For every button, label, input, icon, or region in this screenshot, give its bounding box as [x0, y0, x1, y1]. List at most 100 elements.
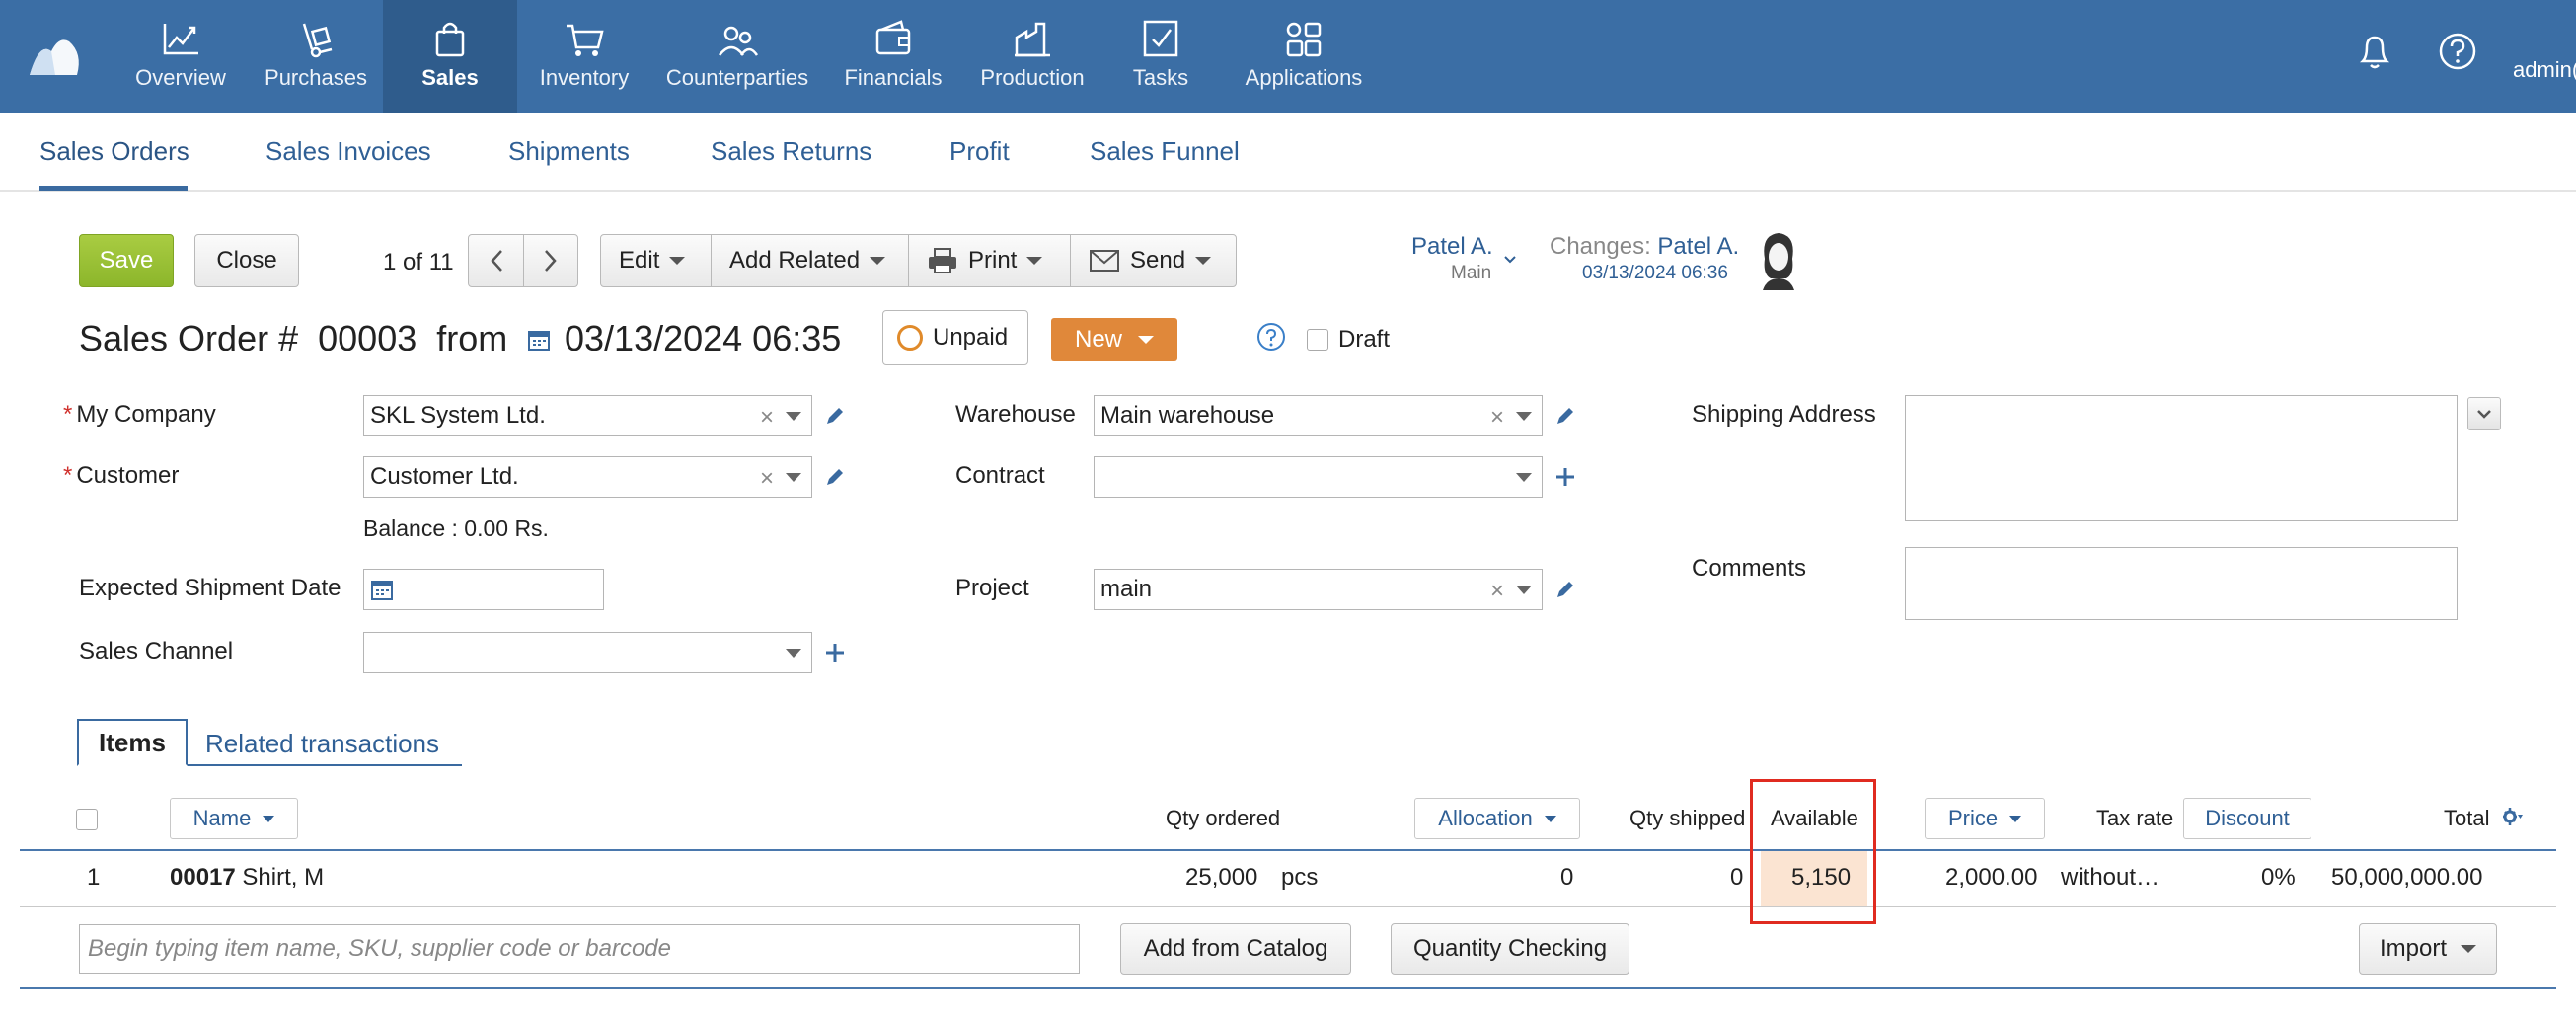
qty-shipped-header: Qty shipped	[1629, 806, 1746, 830]
add-item-input[interactable]: Begin typing item name, SKU, supplier co…	[79, 924, 1080, 974]
row-index: 1	[87, 864, 101, 891]
print-button[interactable]: Print	[909, 235, 1071, 286]
nav-label: Production	[980, 65, 1085, 90]
pencil-icon[interactable]	[1553, 404, 1577, 428]
clear-icon[interactable]: ×	[1490, 404, 1504, 431]
nav-overview[interactable]: Overview	[126, 0, 235, 113]
project-value: main	[1100, 576, 1153, 602]
tab-items[interactable]: Items	[77, 719, 188, 766]
chevron-down-icon[interactable]	[786, 412, 801, 421]
chevron-down-icon[interactable]	[786, 649, 801, 658]
bell-icon[interactable]	[2353, 30, 2396, 73]
sales-channel-field[interactable]	[363, 632, 812, 673]
print-label: Print	[968, 247, 1018, 273]
shipment-date-field[interactable]	[363, 569, 604, 610]
pencil-icon[interactable]	[823, 465, 847, 489]
clear-icon[interactable]: ×	[760, 465, 774, 493]
nav-inventory[interactable]: Inventory	[527, 0, 642, 113]
warehouse-label: Warehouse	[955, 401, 1076, 428]
chevron-right-icon	[545, 250, 557, 272]
clear-icon[interactable]: ×	[1490, 578, 1504, 605]
customer-balance: Balance : 0.00 Rs.	[363, 515, 549, 541]
changes-user[interactable]: Patel A.	[1657, 233, 1739, 260]
tab-sales-orders[interactable]: Sales Orders	[39, 136, 189, 167]
tab-sales-returns[interactable]: Sales Returns	[711, 136, 871, 167]
save-button[interactable]: Save	[79, 234, 174, 287]
tab-shipments[interactable]: Shipments	[508, 136, 630, 167]
nav-counterparties[interactable]: Counterparties	[659, 0, 815, 113]
discount-column-button[interactable]: Discount	[2183, 798, 2311, 839]
nav-tasks[interactable]: Tasks	[1115, 0, 1206, 113]
qty-ordered-cell[interactable]: 25,000	[1185, 864, 1257, 892]
chevron-down-icon[interactable]	[1516, 586, 1532, 594]
order-number[interactable]: 00003	[318, 318, 417, 358]
tab-sales-funnel[interactable]: Sales Funnel	[1090, 136, 1240, 167]
chevron-down-icon	[1195, 257, 1212, 265]
nav-purchases[interactable]: Purchases	[255, 0, 377, 113]
status-dropdown[interactable]: New	[1051, 318, 1177, 361]
project-field[interactable]: main ×	[1094, 569, 1543, 610]
plus-icon[interactable]	[1553, 465, 1577, 489]
contract-field[interactable]	[1094, 456, 1543, 498]
quantity-checking-button[interactable]: Quantity Checking	[1391, 923, 1629, 975]
add-from-catalog-button[interactable]: Add from Catalog	[1120, 923, 1351, 975]
name-column-button[interactable]: Name	[170, 798, 298, 839]
comments-field[interactable]	[1905, 547, 2458, 620]
owner-group: Main	[1451, 263, 1492, 283]
address-dropdown-button[interactable]	[2467, 397, 2501, 430]
discount-cell[interactable]: 0%	[2261, 864, 2296, 892]
item-name-cell[interactable]: 00017 Shirt, M	[170, 864, 324, 892]
nav-applications[interactable]: Applications	[1240, 0, 1368, 113]
chevron-down-icon[interactable]	[786, 473, 801, 482]
price-column-button[interactable]: Price	[1925, 798, 2045, 839]
allocation-column-button[interactable]: Allocation	[1414, 798, 1580, 839]
tax-rate-header: Tax rate	[2096, 806, 2174, 830]
qty-ordered-header: Qty ordered	[1166, 806, 1281, 830]
edit-button[interactable]: Edit	[601, 235, 712, 286]
clear-icon[interactable]: ×	[760, 404, 774, 431]
changes-date: 03/13/2024 06:36	[1582, 263, 1728, 283]
warehouse-field[interactable]: Main warehouse ×	[1094, 395, 1543, 436]
calendar-icon[interactable]	[527, 328, 551, 351]
app-logo[interactable]	[26, 32, 85, 79]
close-button[interactable]: Close	[194, 234, 299, 287]
chevron-down-icon	[669, 257, 686, 265]
pencil-icon[interactable]	[823, 404, 847, 428]
import-button[interactable]: Import	[2359, 923, 2497, 975]
plus-icon[interactable]	[823, 641, 847, 664]
table-header-divider	[20, 849, 2556, 851]
payment-status-button[interactable]: Unpaid	[882, 310, 1028, 365]
row-divider	[20, 906, 2556, 907]
action-buttons: Edit Add Related Print Send	[600, 234, 1237, 287]
chevron-down-icon	[263, 815, 275, 822]
tax-rate-cell[interactable]: without…	[2061, 864, 2159, 892]
order-date[interactable]: 03/13/2024 06:35	[565, 318, 841, 359]
customer-field[interactable]: Customer Ltd. ×	[363, 456, 812, 498]
add-related-button[interactable]: Add Related	[712, 235, 909, 286]
gear-icon[interactable]	[2501, 806, 2523, 827]
nav-production[interactable]: Production	[969, 0, 1096, 113]
tab-sales-invoices[interactable]: Sales Invoices	[265, 136, 431, 167]
tab-profit[interactable]: Profit	[949, 136, 1010, 167]
price-cell[interactable]: 2,000.00	[1945, 864, 2037, 892]
chevron-down-icon[interactable]	[1503, 255, 1517, 265]
shipping-address-field[interactable]	[1905, 395, 2458, 521]
calendar-icon[interactable]	[370, 578, 394, 601]
my-company-field[interactable]: SKL System Ltd. ×	[363, 395, 812, 436]
chevron-down-icon[interactable]	[1516, 473, 1532, 482]
tab-related-transactions[interactable]: Related transactions	[205, 729, 439, 759]
select-all-checkbox[interactable]	[76, 809, 98, 830]
qty-shipped-cell: 0	[1730, 864, 1744, 891]
pencil-icon[interactable]	[1553, 578, 1577, 601]
send-button[interactable]: Send	[1071, 235, 1236, 286]
previous-button[interactable]	[469, 235, 524, 286]
help-icon[interactable]	[1256, 322, 1286, 351]
nav-financials[interactable]: Financials	[835, 0, 951, 113]
next-button[interactable]	[524, 235, 577, 286]
chevron-down-icon[interactable]	[1516, 412, 1532, 421]
owner-select[interactable]: Patel A.	[1411, 233, 1493, 261]
user-menu[interactable]: admin(	[2513, 57, 2576, 83]
draft-checkbox[interactable]	[1307, 329, 1328, 351]
nav-sales[interactable]: Sales	[383, 0, 517, 113]
help-circle-icon[interactable]	[2436, 30, 2479, 73]
